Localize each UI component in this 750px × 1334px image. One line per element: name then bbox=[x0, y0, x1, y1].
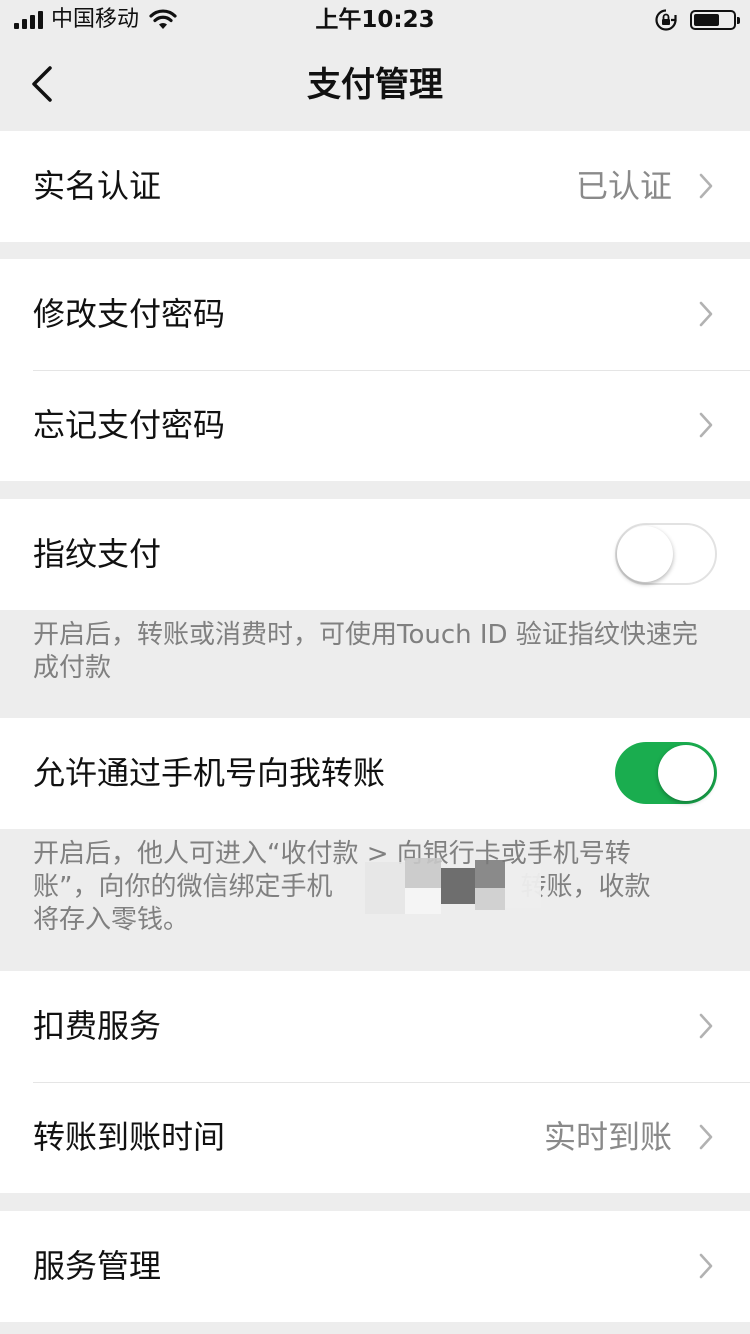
cell-fingerprint-pay: 指纹支付 bbox=[0, 499, 750, 610]
battery-level bbox=[694, 14, 719, 26]
group-fingerprint: 指纹支付 bbox=[0, 499, 750, 610]
cell-label: 服务管理 bbox=[33, 1247, 162, 1285]
chevron-right-icon bbox=[699, 1013, 713, 1039]
status-bar: 中国移动 上午10:23 bbox=[0, 0, 750, 40]
battery-icon bbox=[690, 10, 740, 30]
phone-transfer-toggle[interactable] bbox=[615, 742, 717, 804]
note-segment: 账”，向你的微信绑定手机 bbox=[33, 872, 333, 902]
redacted-mosaic bbox=[365, 858, 545, 918]
status-time: 上午10:23 bbox=[315, 7, 435, 33]
chevron-right-icon bbox=[699, 1124, 713, 1150]
cell-label: 修改支付密码 bbox=[33, 295, 226, 333]
cell-label: 实名认证 bbox=[33, 167, 162, 205]
chevron-right-icon bbox=[699, 173, 713, 199]
fingerprint-toggle[interactable] bbox=[615, 523, 717, 585]
cell-forgot-password[interactable]: 忘记支付密码 bbox=[0, 370, 750, 481]
cell-label: 转账到账时间 bbox=[33, 1118, 226, 1156]
cell-phone-transfer: 允许通过手机号向我转账 bbox=[0, 718, 750, 829]
toggle-knob bbox=[658, 745, 714, 801]
cell-realname-auth[interactable]: 实名认证 已认证 bbox=[0, 131, 750, 242]
page-title: 支付管理 bbox=[307, 65, 443, 105]
cell-deduction-service[interactable]: 扣费服务 bbox=[0, 971, 750, 1082]
group-phone-transfer: 允许通过手机号向我转账 bbox=[0, 718, 750, 829]
chevron-right-icon bbox=[699, 412, 713, 438]
cell-change-password[interactable]: 修改支付密码 bbox=[0, 259, 750, 370]
cell-service-manage[interactable]: 服务管理 bbox=[0, 1211, 750, 1322]
cell-label: 扣费服务 bbox=[33, 1007, 162, 1045]
cell-label: 指纹支付 bbox=[33, 535, 162, 573]
cell-value: 实时到账 bbox=[543, 1118, 672, 1156]
fingerprint-note: 开启后，转账或消费时，可使用Touch ID 验证指纹快速完成付款 bbox=[33, 620, 698, 683]
group-service-manage: 服务管理 bbox=[0, 1211, 750, 1322]
nav-bar: 支付管理 bbox=[0, 40, 750, 130]
cell-transfer-arrival-time[interactable]: 转账到账时间 实时到账 bbox=[0, 1082, 750, 1193]
group-password: 修改支付密码 忘记支付密码 bbox=[0, 259, 750, 481]
rotation-lock-icon bbox=[655, 9, 677, 31]
status-right bbox=[654, 8, 740, 32]
cell-label: 允许通过手机号向我转账 bbox=[33, 754, 386, 792]
toggle-knob bbox=[617, 526, 673, 582]
chevron-left-icon[interactable] bbox=[22, 62, 66, 106]
group-realname: 实名认证 已认证 bbox=[0, 131, 750, 242]
cell-value: 已认证 bbox=[575, 167, 672, 205]
group-services: 扣费服务 转账到账时间 实时到账 bbox=[0, 971, 750, 1193]
chevron-right-icon bbox=[699, 1253, 713, 1279]
chevron-right-icon bbox=[699, 301, 713, 327]
cell-label: 忘记支付密码 bbox=[33, 406, 226, 444]
